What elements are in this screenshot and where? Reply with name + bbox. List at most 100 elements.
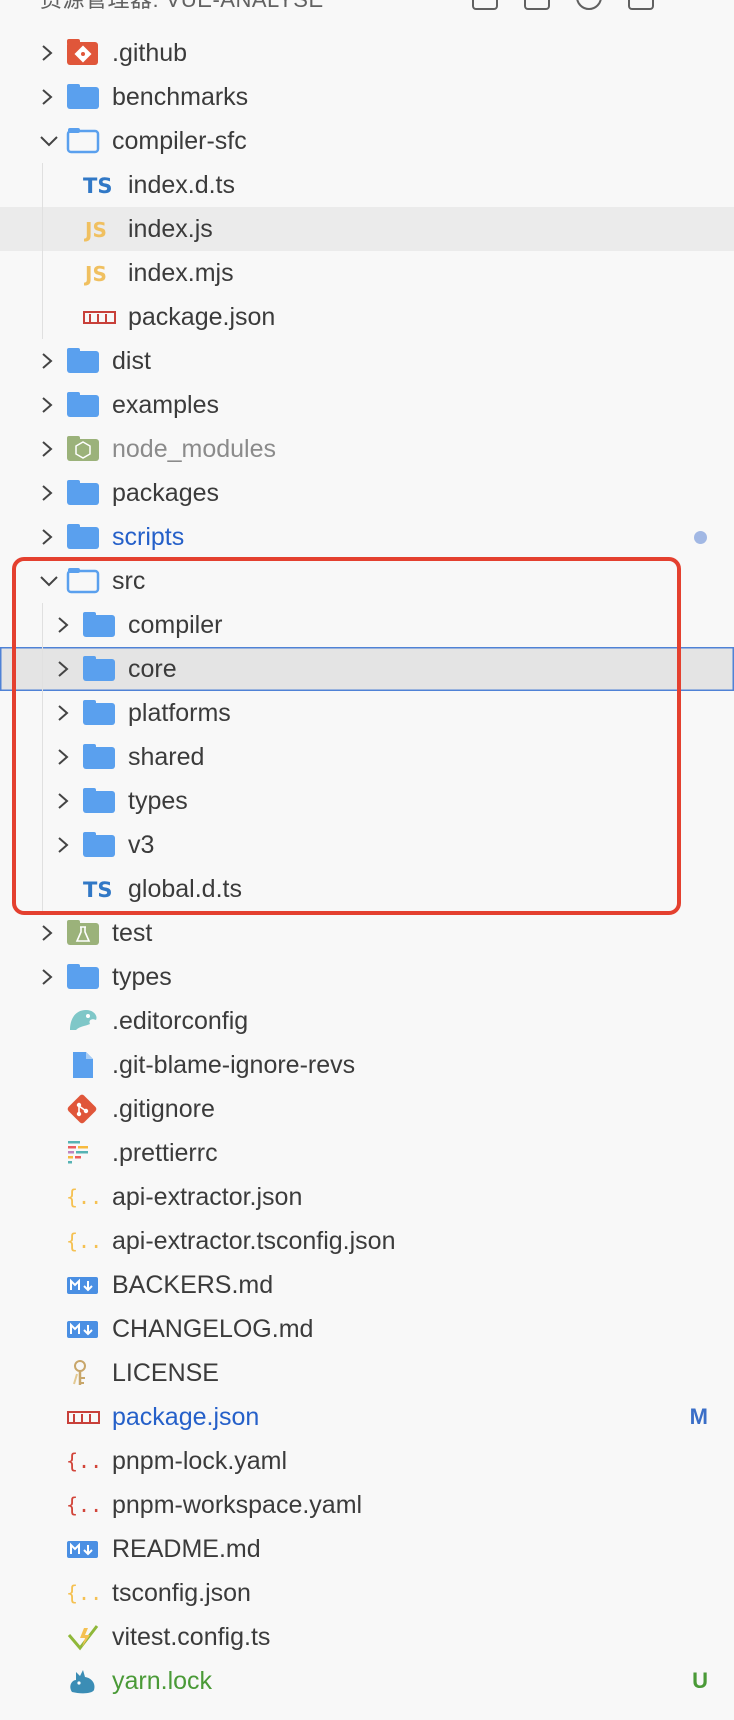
indent-guide xyxy=(42,867,43,911)
tree-item-shared[interactable]: shared xyxy=(0,735,734,779)
tree-item-label: BACKERS.md xyxy=(112,1271,274,1299)
chevron-right-icon[interactable] xyxy=(36,339,58,383)
explorer-title: 资源管理器: VUE-ANALYSE xyxy=(40,0,324,14)
git-modified-badge: M xyxy=(689,1404,708,1429)
tree-item-license[interactable]: LICENSE xyxy=(0,1351,734,1395)
tree-item-git-blame-ignore-revs[interactable]: .git-blame-ignore-revs xyxy=(0,1043,734,1087)
tree-item-package-json[interactable]: package.json M xyxy=(0,1395,734,1439)
chevron-right-icon[interactable] xyxy=(36,31,58,75)
tree-item-label: index.mjs xyxy=(128,259,234,287)
folder-icon xyxy=(82,735,116,779)
tree-item-editorconfig[interactable]: .editorconfig xyxy=(0,999,734,1043)
explorer-actions xyxy=(472,0,654,10)
tree-item-label: .github xyxy=(112,39,188,67)
markdown-icon xyxy=(66,1307,100,1351)
tree-item-label: LICENSE xyxy=(112,1359,219,1387)
tree-item-prettierrc[interactable]: .prettierrc xyxy=(0,1131,734,1175)
explorer-header: 资源管理器: VUE-ANALYSE xyxy=(0,0,734,14)
chevron-right-icon[interactable] xyxy=(52,823,74,867)
folder-icon xyxy=(82,603,116,647)
svg-text:{..}: {..} xyxy=(66,1493,100,1517)
tree-item-backers-md[interactable]: BACKERS.md xyxy=(0,1263,734,1307)
tree-item-label: package.json xyxy=(128,303,276,331)
tree-item-pnpm-lock-yaml[interactable]: {..} pnpm-lock.yaml xyxy=(0,1439,734,1483)
svg-text:{..}: {..} xyxy=(66,1581,100,1605)
indent-guide xyxy=(42,735,43,779)
tree-item-node-modules[interactable]: node_modules xyxy=(0,427,734,471)
tree-item-examples[interactable]: examples xyxy=(0,383,734,427)
chevron-down-icon[interactable] xyxy=(36,119,58,163)
tree-item-yarn-lock[interactable]: yarn.lock U xyxy=(0,1659,734,1703)
folder-icon xyxy=(82,823,116,867)
chevron-right-icon[interactable] xyxy=(36,383,58,427)
tree-item-compiler-sfc-package-json[interactable]: package.json xyxy=(0,295,734,339)
chevron-right-icon[interactable] xyxy=(36,515,58,559)
tree-item-global-d-ts[interactable]: TS global.d.ts xyxy=(0,867,734,911)
tree-item-label: pnpm-workspace.yaml xyxy=(112,1491,363,1519)
markdown-icon xyxy=(66,1263,100,1307)
yaml-braces-icon: {..} xyxy=(66,1439,100,1483)
tree-item-label: .editorconfig xyxy=(112,1007,249,1035)
chevron-right-icon[interactable] xyxy=(52,691,74,735)
tree-item-label: dist xyxy=(112,347,151,375)
indent-guide xyxy=(42,823,43,867)
tree-item-compiler[interactable]: compiler xyxy=(0,603,734,647)
chevron-right-icon[interactable] xyxy=(36,911,58,955)
tree-item-compiler-sfc[interactable]: compiler-sfc xyxy=(0,119,734,163)
chevron-right-icon[interactable] xyxy=(52,735,74,779)
folder-open-icon xyxy=(66,119,100,163)
tree-item-api-extractor-json[interactable]: {..} api-extractor.json xyxy=(0,1175,734,1219)
tree-item-packages[interactable]: packages xyxy=(0,471,734,515)
indent-guide xyxy=(42,691,43,735)
tree-item-github[interactable]: .github xyxy=(0,31,734,75)
tree-item-label: CHANGELOG.md xyxy=(112,1315,314,1343)
chevron-right-icon[interactable] xyxy=(52,603,74,647)
new-file-icon[interactable] xyxy=(472,0,498,10)
node-folder-icon xyxy=(66,427,100,471)
tree-item-api-extractor-tsconfig-json[interactable]: {..} api-extractor.tsconfig.json xyxy=(0,1219,734,1263)
chevron-down-icon[interactable] xyxy=(36,559,58,603)
tree-item-label: .prettierrc xyxy=(112,1139,218,1167)
indent-guide xyxy=(42,295,43,339)
tree-item-src[interactable]: src xyxy=(0,559,734,603)
yarn-icon xyxy=(66,1659,100,1703)
tree-item-core[interactable]: core xyxy=(0,647,734,691)
tree-item-index-js[interactable]: JS index.js xyxy=(0,207,734,251)
chevron-right-icon[interactable] xyxy=(52,647,74,691)
tree-item-gitignore[interactable]: .gitignore xyxy=(0,1087,734,1131)
tree-item-index-mjs[interactable]: JS index.mjs xyxy=(0,251,734,295)
chevron-right-icon[interactable] xyxy=(36,955,58,999)
tree-item-benchmarks[interactable]: benchmarks xyxy=(0,75,734,119)
chevron-right-icon[interactable] xyxy=(36,75,58,119)
tree-item-label: shared xyxy=(128,743,205,771)
tree-item-pnpm-workspace-yaml[interactable]: {..} pnpm-workspace.yaml xyxy=(0,1483,734,1527)
refresh-icon[interactable] xyxy=(576,0,602,10)
collapse-all-icon[interactable] xyxy=(628,0,654,10)
license-icon xyxy=(66,1351,100,1395)
tree-item-scripts[interactable]: scripts xyxy=(0,515,734,559)
tree-item-changelog-md[interactable]: CHANGELOG.md xyxy=(0,1307,734,1351)
tree-item-dist[interactable]: dist xyxy=(0,339,734,383)
tree-item-label: test xyxy=(112,919,153,947)
tree-item-label: api-extractor.json xyxy=(112,1183,303,1211)
chevron-right-icon[interactable] xyxy=(36,427,58,471)
markdown-icon xyxy=(66,1527,100,1571)
tree-item-vitest-config-ts[interactable]: vitest.config.ts xyxy=(0,1615,734,1659)
folder-open-icon xyxy=(66,559,100,603)
tree-item-test[interactable]: test xyxy=(0,911,734,955)
chevron-right-icon[interactable] xyxy=(52,779,74,823)
tree-item-readme-md[interactable]: README.md xyxy=(0,1527,734,1571)
tree-item-v3[interactable]: v3 xyxy=(0,823,734,867)
git-icon xyxy=(66,1087,100,1131)
tree-item-label: benchmarks xyxy=(112,83,249,111)
tree-item-platforms[interactable]: platforms xyxy=(0,691,734,735)
tree-item-tsconfig-json[interactable]: {..} tsconfig.json xyxy=(0,1571,734,1615)
new-folder-icon[interactable] xyxy=(524,0,550,10)
tree-item-src-types[interactable]: types xyxy=(0,779,734,823)
tree-item-index-d-ts[interactable]: TS index.d.ts xyxy=(0,163,734,207)
svg-text:JS: JS xyxy=(84,262,107,286)
tree-item-label: index.d.ts xyxy=(128,171,236,199)
tree-item-types[interactable]: types xyxy=(0,955,734,999)
chevron-right-icon[interactable] xyxy=(36,471,58,515)
test-folder-icon xyxy=(66,911,100,955)
